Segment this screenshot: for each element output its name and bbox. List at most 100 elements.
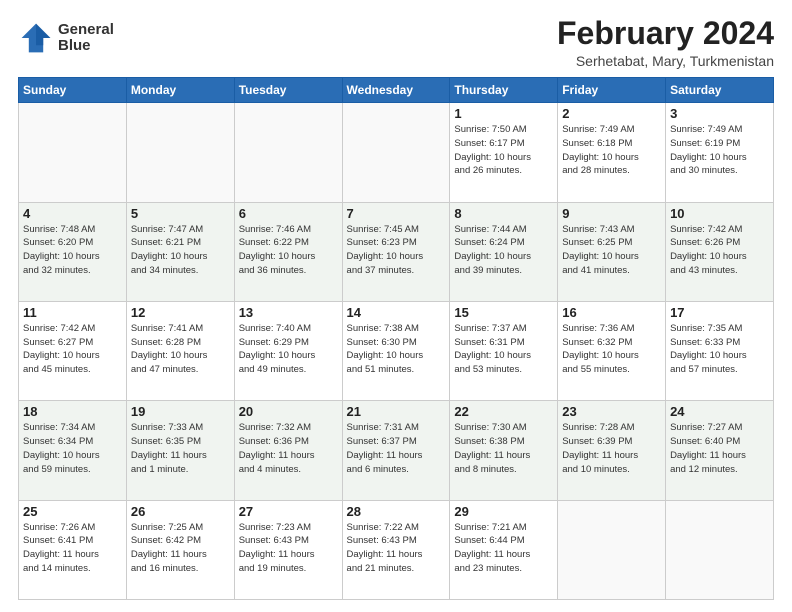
calendar-day-cell: 5 Sunrise: 7:47 AM Sunset: 6:21 PM Daylig… bbox=[126, 202, 234, 301]
day-number: 23 bbox=[562, 404, 661, 419]
calendar-day-cell: 12Sunrise: 7:41 AM Sunset: 6:28 PM Dayli… bbox=[126, 301, 234, 400]
day-number: 4 bbox=[23, 206, 122, 221]
day-info: Sunrise: 7:34 AM Sunset: 6:34 PM Dayligh… bbox=[23, 421, 122, 476]
day-info: Sunrise: 7:32 AM Sunset: 6:36 PM Dayligh… bbox=[239, 421, 338, 476]
weekday-header-cell: Saturday bbox=[666, 78, 774, 103]
day-info: Sunrise: 7:45 AM Sunset: 6:23 PM Dayligh… bbox=[347, 223, 446, 278]
day-number: 10 bbox=[670, 206, 769, 221]
subtitle: Serhetabat, Mary, Turkmenistan bbox=[557, 53, 774, 69]
calendar-day-cell: 7 Sunrise: 7:45 AM Sunset: 6:23 PM Daylig… bbox=[342, 202, 450, 301]
calendar-day-cell bbox=[558, 500, 666, 599]
day-number: 29 bbox=[454, 504, 553, 519]
day-number: 2 bbox=[562, 106, 661, 121]
day-number: 25 bbox=[23, 504, 122, 519]
page: General Blue February 2024 Serhetabat, M… bbox=[0, 0, 792, 612]
day-number: 22 bbox=[454, 404, 553, 419]
calendar-day-cell: 19 Sunrise: 7:33 AM Sunset: 6:35 PM Dayli… bbox=[126, 401, 234, 500]
calendar-day-cell: 2 Sunrise: 7:49 AM Sunset: 6:18 PM Daylig… bbox=[558, 103, 666, 202]
day-info: Sunrise: 7:38 AM Sunset: 6:30 PM Dayligh… bbox=[347, 322, 446, 377]
calendar-day-cell bbox=[234, 103, 342, 202]
day-number: 20 bbox=[239, 404, 338, 419]
main-title: February 2024 bbox=[557, 16, 774, 51]
header: General Blue February 2024 Serhetabat, M… bbox=[18, 16, 774, 69]
day-info: Sunrise: 7:36 AM Sunset: 6:32 PM Dayligh… bbox=[562, 322, 661, 377]
day-number: 21 bbox=[347, 404, 446, 419]
calendar-day-cell bbox=[126, 103, 234, 202]
day-number: 9 bbox=[562, 206, 661, 221]
day-info: Sunrise: 7:21 AM Sunset: 6:44 PM Dayligh… bbox=[454, 521, 553, 576]
calendar-day-cell: 9 Sunrise: 7:43 AM Sunset: 6:25 PM Daylig… bbox=[558, 202, 666, 301]
calendar-day-cell: 14 Sunrise: 7:38 AM Sunset: 6:30 PM Dayli… bbox=[342, 301, 450, 400]
calendar-day-cell: 23 Sunrise: 7:28 AM Sunset: 6:39 PM Dayli… bbox=[558, 401, 666, 500]
calendar-day-cell: 3 Sunrise: 7:49 AM Sunset: 6:19 PM Daylig… bbox=[666, 103, 774, 202]
day-number: 7 bbox=[347, 206, 446, 221]
logo-general: General bbox=[58, 22, 114, 39]
day-info: Sunrise: 7:22 AM Sunset: 6:43 PM Dayligh… bbox=[347, 521, 446, 576]
calendar-day-cell bbox=[666, 500, 774, 599]
calendar-day-cell: 10 Sunrise: 7:42 AM Sunset: 6:26 PM Dayli… bbox=[666, 202, 774, 301]
day-number: 3 bbox=[670, 106, 769, 121]
calendar-day-cell: 29 Sunrise: 7:21 AM Sunset: 6:44 PM Dayli… bbox=[450, 500, 558, 599]
day-info: Sunrise: 7:33 AM Sunset: 6:35 PM Dayligh… bbox=[131, 421, 230, 476]
day-info: Sunrise: 7:26 AM Sunset: 6:41 PM Dayligh… bbox=[23, 521, 122, 576]
weekday-header-cell: Wednesday bbox=[342, 78, 450, 103]
calendar-day-cell: 16 Sunrise: 7:36 AM Sunset: 6:32 PM Dayli… bbox=[558, 301, 666, 400]
day-number: 17 bbox=[670, 305, 769, 320]
calendar-week-row: 4 Sunrise: 7:48 AM Sunset: 6:20 PM Daylig… bbox=[19, 202, 774, 301]
calendar-day-cell: 15Sunrise: 7:37 AM Sunset: 6:31 PM Dayli… bbox=[450, 301, 558, 400]
calendar-day-cell: 28 Sunrise: 7:22 AM Sunset: 6:43 PM Dayli… bbox=[342, 500, 450, 599]
calendar-table: SundayMondayTuesdayWednesdayThursdayFrid… bbox=[18, 77, 774, 600]
logo-text: General Blue bbox=[58, 22, 114, 55]
day-number: 24 bbox=[670, 404, 769, 419]
day-number: 16 bbox=[562, 305, 661, 320]
calendar-day-cell bbox=[342, 103, 450, 202]
day-number: 18 bbox=[23, 404, 122, 419]
day-number: 8 bbox=[454, 206, 553, 221]
day-info: Sunrise: 7:40 AM Sunset: 6:29 PM Dayligh… bbox=[239, 322, 338, 377]
calendar-day-cell: 4 Sunrise: 7:48 AM Sunset: 6:20 PM Daylig… bbox=[19, 202, 127, 301]
calendar-day-cell: 8Sunrise: 7:44 AM Sunset: 6:24 PM Daylig… bbox=[450, 202, 558, 301]
calendar-day-cell: 21Sunrise: 7:31 AM Sunset: 6:37 PM Dayli… bbox=[342, 401, 450, 500]
day-info: Sunrise: 7:49 AM Sunset: 6:18 PM Dayligh… bbox=[562, 123, 661, 178]
calendar-week-row: 1Sunrise: 7:50 AM Sunset: 6:17 PM Daylig… bbox=[19, 103, 774, 202]
day-number: 15 bbox=[454, 305, 553, 320]
weekday-header-cell: Monday bbox=[126, 78, 234, 103]
weekday-header-cell: Thursday bbox=[450, 78, 558, 103]
day-number: 5 bbox=[131, 206, 230, 221]
weekday-header-row: SundayMondayTuesdayWednesdayThursdayFrid… bbox=[19, 78, 774, 103]
calendar-week-row: 11Sunrise: 7:42 AM Sunset: 6:27 PM Dayli… bbox=[19, 301, 774, 400]
logo: General Blue bbox=[18, 20, 114, 56]
day-number: 14 bbox=[347, 305, 446, 320]
weekday-header-cell: Sunday bbox=[19, 78, 127, 103]
day-info: Sunrise: 7:48 AM Sunset: 6:20 PM Dayligh… bbox=[23, 223, 122, 278]
title-block: February 2024 Serhetabat, Mary, Turkmeni… bbox=[557, 16, 774, 69]
day-number: 19 bbox=[131, 404, 230, 419]
day-info: Sunrise: 7:43 AM Sunset: 6:25 PM Dayligh… bbox=[562, 223, 661, 278]
weekday-header-cell: Tuesday bbox=[234, 78, 342, 103]
day-number: 27 bbox=[239, 504, 338, 519]
logo-icon bbox=[18, 20, 54, 56]
day-info: Sunrise: 7:47 AM Sunset: 6:21 PM Dayligh… bbox=[131, 223, 230, 278]
day-number: 6 bbox=[239, 206, 338, 221]
day-info: Sunrise: 7:25 AM Sunset: 6:42 PM Dayligh… bbox=[131, 521, 230, 576]
calendar-day-cell: 11Sunrise: 7:42 AM Sunset: 6:27 PM Dayli… bbox=[19, 301, 127, 400]
calendar-day-cell: 27 Sunrise: 7:23 AM Sunset: 6:43 PM Dayli… bbox=[234, 500, 342, 599]
day-info: Sunrise: 7:49 AM Sunset: 6:19 PM Dayligh… bbox=[670, 123, 769, 178]
calendar-day-cell: 20 Sunrise: 7:32 AM Sunset: 6:36 PM Dayli… bbox=[234, 401, 342, 500]
day-info: Sunrise: 7:42 AM Sunset: 6:27 PM Dayligh… bbox=[23, 322, 122, 377]
calendar-day-cell: 22Sunrise: 7:30 AM Sunset: 6:38 PM Dayli… bbox=[450, 401, 558, 500]
day-info: Sunrise: 7:42 AM Sunset: 6:26 PM Dayligh… bbox=[670, 223, 769, 278]
day-info: Sunrise: 7:50 AM Sunset: 6:17 PM Dayligh… bbox=[454, 123, 553, 178]
calendar-week-row: 18 Sunrise: 7:34 AM Sunset: 6:34 PM Dayli… bbox=[19, 401, 774, 500]
day-info: Sunrise: 7:28 AM Sunset: 6:39 PM Dayligh… bbox=[562, 421, 661, 476]
day-info: Sunrise: 7:46 AM Sunset: 6:22 PM Dayligh… bbox=[239, 223, 338, 278]
calendar-week-row: 25 Sunrise: 7:26 AM Sunset: 6:41 PM Dayli… bbox=[19, 500, 774, 599]
day-info: Sunrise: 7:35 AM Sunset: 6:33 PM Dayligh… bbox=[670, 322, 769, 377]
day-info: Sunrise: 7:23 AM Sunset: 6:43 PM Dayligh… bbox=[239, 521, 338, 576]
day-info: Sunrise: 7:41 AM Sunset: 6:28 PM Dayligh… bbox=[131, 322, 230, 377]
day-info: Sunrise: 7:27 AM Sunset: 6:40 PM Dayligh… bbox=[670, 421, 769, 476]
calendar-day-cell: 1Sunrise: 7:50 AM Sunset: 6:17 PM Daylig… bbox=[450, 103, 558, 202]
day-number: 28 bbox=[347, 504, 446, 519]
calendar-day-cell: 25 Sunrise: 7:26 AM Sunset: 6:41 PM Dayli… bbox=[19, 500, 127, 599]
calendar-body: 1Sunrise: 7:50 AM Sunset: 6:17 PM Daylig… bbox=[19, 103, 774, 600]
